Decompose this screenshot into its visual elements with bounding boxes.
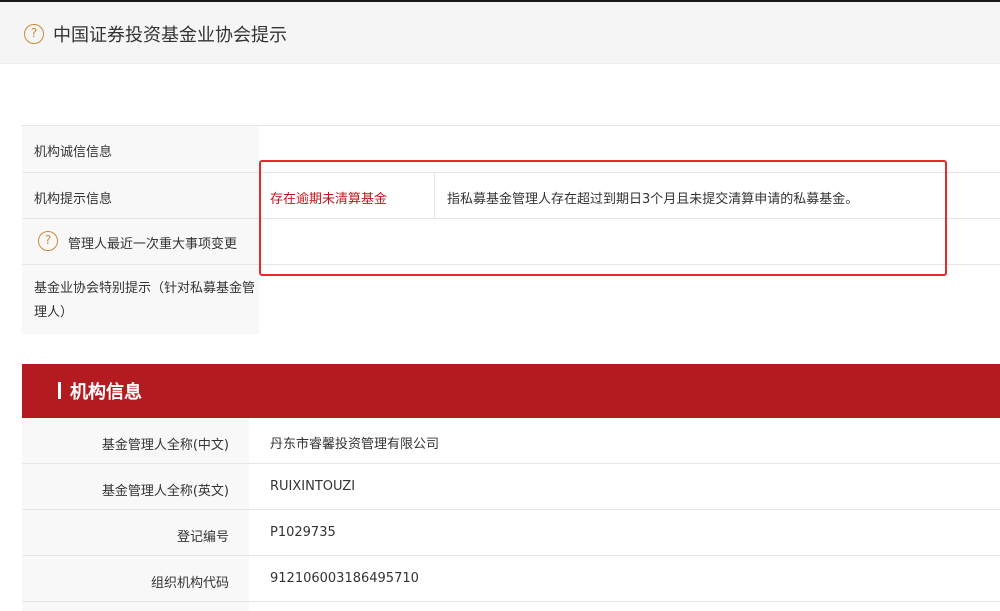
notice-label: 机构诚信信息: [34, 145, 113, 160]
notice-label: 管理人最近一次重大事项变更: [68, 237, 238, 252]
section-marker: [58, 382, 61, 399]
notice-label-cell: 机构提示信息: [22, 173, 259, 218]
info-value: 912106003186495710: [270, 571, 419, 586]
page-title: 中国证券投资基金业协会提示: [53, 25, 287, 46]
help-icon[interactable]: ?: [24, 24, 44, 44]
info-value: RUIXINTOUZI: [270, 479, 356, 494]
info-label: 基金管理人全称(英文): [101, 484, 229, 499]
info-value: P1029735: [270, 525, 336, 540]
page-header: ? 中国证券投资基金业协会提示: [0, 2, 1000, 64]
info-value: 丹东市睿馨投资管理有限公司: [270, 437, 440, 452]
notice-label-cell: 基金业协会特别提示（针对私募基金管理人）: [22, 265, 259, 334]
notice-label: 基金业协会特别提示（针对私募基金管理人）: [34, 281, 256, 320]
info-label: 基金管理人全称(中文): [101, 438, 229, 453]
info-row: 基金管理人全称(中文) 丹东市睿馨投资管理有限公司: [22, 418, 1000, 464]
highlight-box: [259, 160, 947, 276]
info-row: 组织机构代码 912106003186495710: [22, 556, 1000, 602]
section-header-org-info: 机构信息: [22, 364, 1000, 418]
info-row-partial: [22, 602, 1000, 611]
notice-label-cell: ? 管理人最近一次重大事项变更: [22, 219, 259, 264]
info-label: 组织机构代码: [150, 576, 229, 591]
info-label: 登记编号: [176, 530, 229, 545]
notice-label-cell: 机构诚信信息: [22, 126, 259, 172]
help-icon[interactable]: ?: [38, 231, 58, 251]
info-label-cell: 组织机构代码: [22, 556, 249, 601]
info-label-cell: 登记编号: [22, 510, 249, 555]
info-row: 基金管理人全称(英文) RUIXINTOUZI: [22, 464, 1000, 510]
info-label-cell: [22, 602, 249, 611]
info-label-cell: 基金管理人全称(中文): [22, 418, 249, 463]
info-row: 登记编号 P1029735: [22, 510, 1000, 556]
notice-label: 机构提示信息: [34, 192, 113, 207]
info-label-cell: 基金管理人全称(英文): [22, 464, 249, 509]
org-info-table: 基金管理人全称(中文) 丹东市睿馨投资管理有限公司 基金管理人全称(英文) RU…: [22, 418, 1000, 611]
section-title: 机构信息: [70, 382, 142, 403]
